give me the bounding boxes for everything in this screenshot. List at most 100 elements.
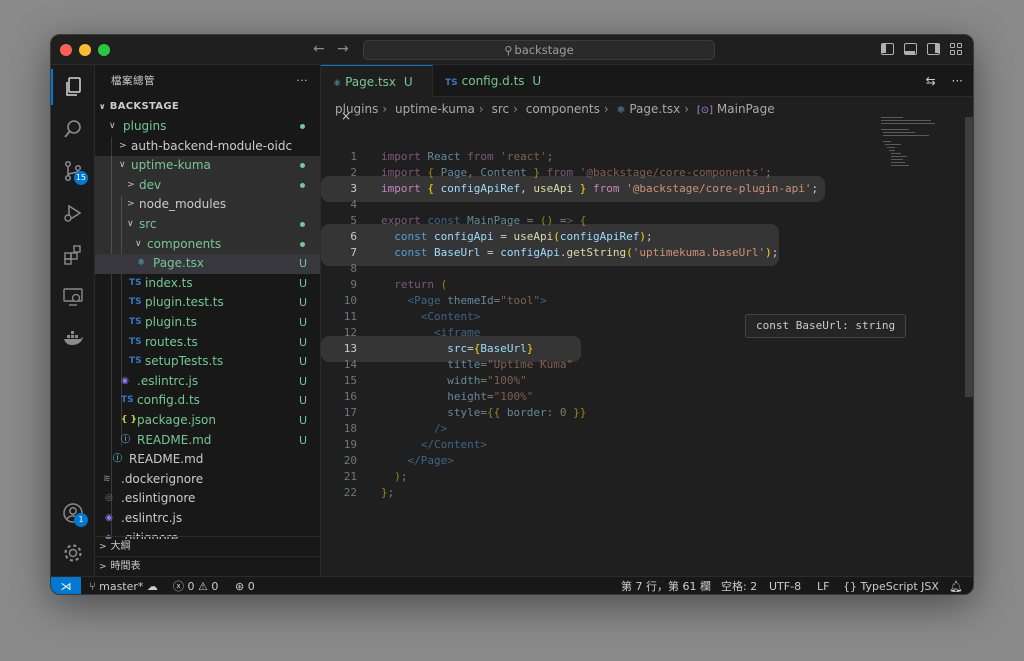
code-line: export const MainPage = () => { [381, 214, 587, 227]
open-changes-icon[interactable]: ⇆ [926, 74, 936, 88]
more-actions-icon[interactable]: ··· [952, 74, 963, 88]
tree-folder-auth-backend[interactable]: > auth-backend-module-oidc [95, 137, 320, 157]
maximize-window-button[interactable] [98, 44, 110, 56]
vertical-scrollbar[interactable] [965, 117, 973, 397]
workspace-root[interactable]: ∨ BACKSTAGE [95, 97, 320, 117]
eol-status[interactable]: LF [817, 577, 829, 594]
chevron-right-icon: > [99, 542, 107, 552]
tree-file-readme-md[interactable]: ⓘ README.md U [95, 431, 320, 451]
toggle-primary-sidebar-icon[interactable] [881, 43, 894, 55]
chevron-right-icon: > [119, 140, 127, 151]
breadcrumb-item[interactable]: MainPage [717, 102, 775, 116]
breadcrumb-item[interactable]: plugins [335, 102, 378, 116]
broadcast-icon: ⊛ [235, 580, 245, 593]
search-icon[interactable] [51, 111, 95, 147]
typescript-file-icon: TS [129, 317, 142, 327]
remote-indicator-icon[interactable]: ⋊ [51, 577, 81, 594]
tree-folder-plugins[interactable]: ∨ plugins [95, 117, 320, 137]
git-status: U [298, 316, 307, 329]
hover-tooltip: const BaseUrl: string [745, 314, 907, 338]
code-line: <Page themeId="tool"> [407, 294, 547, 307]
tree-folder-components[interactable]: ∨ components [95, 234, 320, 255]
tree-file-eslintrc-js[interactable]: ◉ .eslintrc.js U [95, 372, 320, 392]
minimize-window-button[interactable] [79, 44, 91, 56]
docker-file-icon: ≋ [103, 473, 111, 484]
chevron-down-icon: ∨ [135, 238, 142, 249]
sync-icon: ☁ [146, 580, 158, 593]
indentation-status[interactable]: 空格: 2 [721, 577, 757, 594]
ports-status[interactable]: ⊛ 0 [235, 577, 255, 594]
breadcrumb-item[interactable]: src [492, 102, 510, 116]
tree-file-dockerignore[interactable]: ≋ .dockerignore [95, 470, 320, 490]
minimap[interactable] [881, 117, 961, 177]
tree-file-eslintrc-js-root[interactable]: ◉ .eslintrc.js [95, 509, 320, 529]
command-center-search[interactable]: ⚲ backstage [363, 40, 715, 60]
run-debug-icon[interactable] [51, 195, 95, 231]
tab-config-d-ts[interactable]: TS config.d.ts U [433, 65, 543, 97]
tree-label: .eslintrc.js [137, 373, 199, 388]
explorer-sidebar: 檔案總管 ··· ∨ BACKSTAGE ∨ plugins > auth-bac… [95, 65, 321, 576]
more-actions-icon[interactable]: ··· [296, 65, 308, 97]
tree-file-routes-ts[interactable]: TS routes.ts U [95, 333, 320, 353]
tree-file-index-ts[interactable]: TS index.ts U [95, 274, 320, 294]
tree-file-setuptests-ts[interactable]: TS setupTests.ts U [95, 352, 320, 372]
tree-folder-node-modules[interactable]: > node_modules [95, 195, 320, 215]
gear-icon[interactable] [51, 535, 95, 571]
hover-tooltip-text: const BaseUrl: string [756, 319, 896, 332]
tree-folder-uptime-kuma[interactable]: ∨ uptime-kuma [95, 156, 320, 176]
breadcrumb-item[interactable]: Page.tsx [629, 102, 680, 116]
explorer-icon[interactable] [51, 69, 95, 105]
tree-file-config-d-ts[interactable]: TS config.d.ts U [95, 391, 320, 411]
tree-file-readme-md-root[interactable]: ⓘ README.md [95, 450, 320, 470]
timeline-section[interactable]: > 時間表 [95, 556, 320, 576]
code-line: </Page> [407, 454, 454, 467]
typescript-file-icon: TS [129, 336, 142, 347]
tab-label: config.d.ts [461, 74, 525, 88]
workspace-root-label: BACKSTAGE [109, 101, 179, 112]
bell-icon[interactable]: 🔔︎ [949, 577, 963, 594]
close-window-button[interactable] [60, 44, 72, 56]
line-number: 1 [350, 150, 357, 163]
tree-file-eslintignore[interactable]: ◎ .eslintignore [95, 489, 320, 509]
docker-icon[interactable] [51, 321, 95, 357]
search-icon: ⚲ [504, 44, 513, 57]
tree-folder-src[interactable]: ∨ src [95, 215, 320, 235]
code-line: </Content> [420, 438, 487, 451]
code-line: import React from 'react'; [381, 150, 554, 163]
eslint-file-icon: ◉ [105, 513, 113, 523]
language-mode[interactable]: {} TypeScript JSX [843, 577, 939, 594]
extensions-icon[interactable] [51, 237, 95, 273]
typescript-file-icon: TS [129, 297, 142, 308]
editor-area: ⚛ Page.tsx U × TS config.d.ts U ⇆ ··· plug… [321, 65, 973, 576]
problems-status[interactable]: ⓧ 0 ⚠ 0 [173, 577, 218, 594]
source-control-icon[interactable]: 15 [51, 153, 95, 189]
accounts-icon[interactable]: 1 [51, 495, 95, 531]
outline-section[interactable]: > 大綱 [95, 536, 320, 556]
code-line: width="100%" [447, 374, 527, 387]
breadcrumb-item[interactable]: components [526, 102, 600, 116]
remote-explorer-icon[interactable] [51, 279, 95, 315]
encoding-status[interactable]: UTF-8 [769, 577, 801, 594]
language-label: TypeScript JSX [860, 580, 939, 593]
cursor-position[interactable]: 第 7 行，第 61 欄 [621, 577, 711, 594]
tree-file-plugin-ts[interactable]: TS plugin.ts U [95, 313, 320, 333]
breadcrumb-item[interactable]: uptime-kuma [395, 102, 475, 116]
git-status: U [298, 394, 307, 408]
code-line: height="100%" [447, 390, 534, 403]
line-number: 19 [343, 438, 357, 451]
activity-bar: 15 1 [51, 65, 95, 576]
git-status: U [298, 257, 307, 271]
tree-folder-dev[interactable]: > dev [95, 175, 320, 196]
tree-file-page-tsx[interactable]: ⚛ Page.tsx U [95, 254, 320, 274]
arrow-left-icon[interactable]: ← [313, 41, 325, 57]
toggle-panel-icon[interactable] [904, 43, 917, 55]
tab-page-tsx[interactable]: ⚛ Page.tsx U × [321, 65, 433, 123]
toggle-secondary-sidebar-icon[interactable] [927, 43, 940, 55]
tree-file-package-json[interactable]: { } package.json U [95, 411, 320, 431]
tree-file-plugin-test-ts[interactable]: TS plugin.test.ts U [95, 293, 320, 313]
tree-label: .eslintrc.js [121, 511, 183, 525]
branch-status[interactable]: ⑂ master* ☁ [89, 577, 158, 594]
react-file-icon: ⚛ [333, 79, 342, 89]
arrow-right-icon[interactable]: → [337, 41, 349, 57]
customize-layout-icon[interactable] [950, 43, 963, 55]
